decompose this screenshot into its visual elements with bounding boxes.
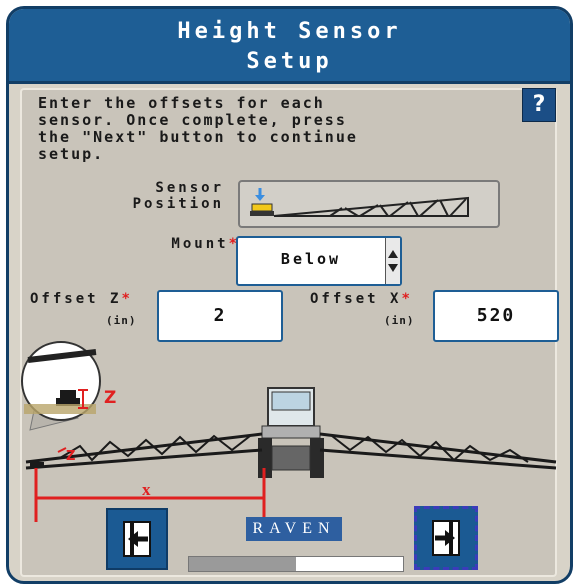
x-dimension-label: x: [142, 480, 151, 499]
sprayer-diagram: Z x Z: [21, 341, 557, 522]
back-button[interactable]: [106, 508, 168, 570]
z-marker-label: Z: [66, 449, 75, 464]
setup-progress-bar: [188, 556, 404, 572]
back-arrow-icon: [123, 521, 151, 557]
raven-logo: RAVEN: [246, 517, 342, 541]
progress-fill: [189, 557, 296, 571]
z-callout-label: Z: [104, 388, 116, 408]
next-arrow-icon: [432, 520, 460, 556]
next-button[interactable]: [414, 506, 478, 570]
